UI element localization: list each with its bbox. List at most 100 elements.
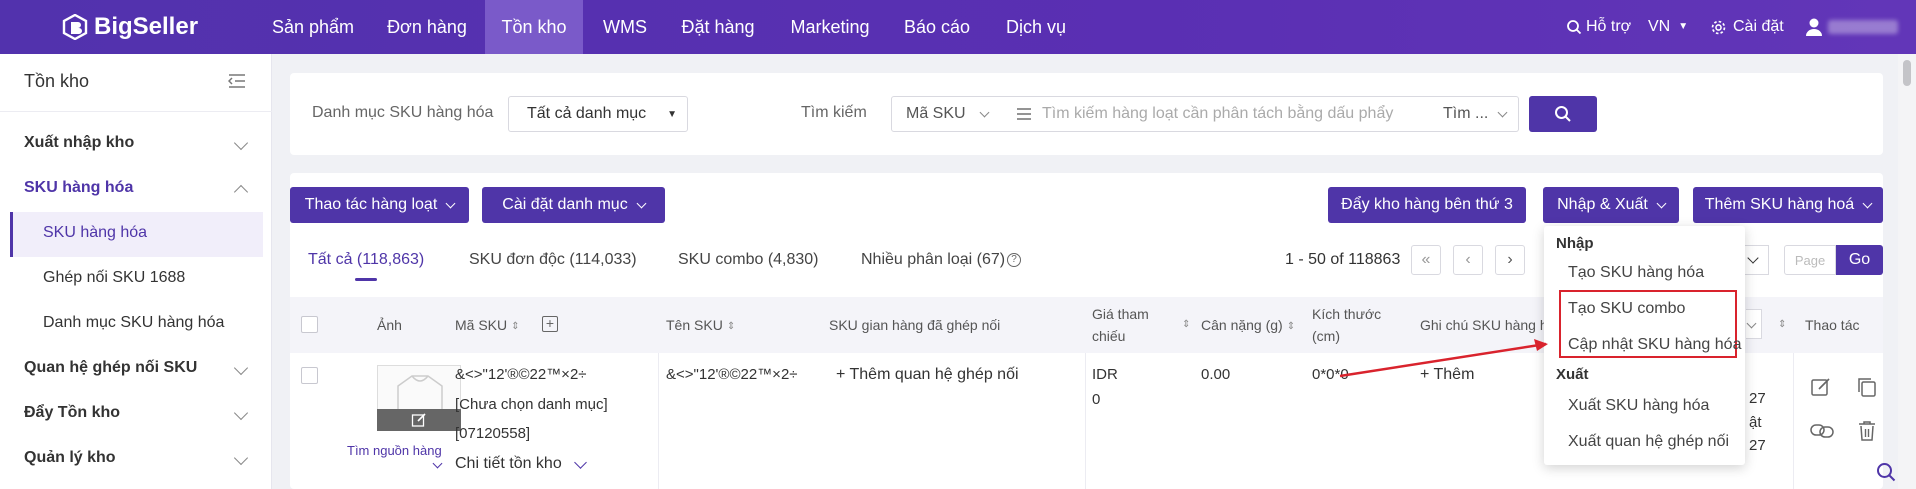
price-currency: IDR: [1092, 366, 1118, 383]
edit-icon: [411, 413, 426, 427]
sidebar-subitem-1688[interactable]: Ghép nối SKU 1688: [43, 269, 185, 287]
add-column-icon[interactable]: +: [542, 316, 558, 332]
prev-page-button[interactable]: ‹: [1453, 245, 1483, 275]
match-mode-select[interactable]: Tìm ...: [1429, 96, 1519, 132]
nav-item-reports[interactable]: Báo cáo: [892, 0, 982, 54]
search-input[interactable]: Tìm kiếm hàng loạt cần phân tách bằng dấ…: [1002, 96, 1430, 132]
nav-item-services[interactable]: Dịch vụ: [996, 0, 1076, 54]
sort-icon: ⇕: [1286, 320, 1296, 332]
push-third-party-button[interactable]: Đẩy kho hàng bên thứ 3: [1328, 187, 1526, 223]
header-filter-select[interactable]: [1746, 309, 1762, 339]
chevron-down-icon: [636, 198, 647, 208]
nav-item-orders[interactable]: Đơn hàng: [374, 0, 480, 54]
menu-item-create-combo[interactable]: Tạo SKU combo: [1568, 300, 1685, 318]
sku-category-value: [Chưa chọn danh mục]: [455, 396, 608, 413]
sidebar-item-warehouse[interactable]: Quản lý kho: [24, 449, 116, 467]
pagination-range: 1 - 50 of 118863: [1285, 251, 1401, 268]
nav-item-wms[interactable]: WMS: [590, 0, 660, 54]
header-linked-sku: SKU gian hàng đã ghép nối: [829, 317, 1001, 333]
nav-item-products[interactable]: Sản phẩm: [260, 0, 366, 54]
settings-link[interactable]: Cài đặt: [1710, 0, 1784, 54]
chevron-down-icon: [979, 107, 990, 118]
header-sku-code[interactable]: Mã SKU ⇕: [455, 317, 520, 333]
sort-icon[interactable]: ⇕: [1778, 319, 1786, 330]
edit-image-button[interactable]: [377, 409, 461, 431]
sort-icon[interactable]: ⇕: [1182, 319, 1190, 330]
copy-icon[interactable]: [1856, 376, 1878, 398]
menu-item-export-links[interactable]: Xuất quan hệ ghép nối: [1568, 433, 1729, 451]
header-weight[interactable]: Cân nặng (g) ⇕: [1201, 317, 1295, 333]
header-actions: Thao tác: [1805, 317, 1860, 333]
page-size-select[interactable]: [1745, 245, 1769, 275]
annotation-arrow-icon: [1339, 339, 1548, 378]
sidebar-subitem-sku[interactable]: SKU hàng hóa: [43, 224, 147, 242]
chevron-down-icon: [1497, 107, 1508, 118]
partial-value: 27: [1749, 437, 1766, 454]
sort-icon: ⇕: [726, 320, 736, 332]
menu-item-export-sku[interactable]: Xuất SKU hàng hóa: [1568, 397, 1709, 415]
nav-item-purchase[interactable]: Đặt hàng: [668, 0, 768, 54]
menu-item-update-sku[interactable]: Cập nhật SKU hàng hóa: [1568, 336, 1741, 354]
next-page-button[interactable]: ›: [1495, 245, 1525, 275]
menu-item-create-sku[interactable]: Tạo SKU hàng hóa: [1568, 264, 1704, 282]
header-ref-price-2: chiếu: [1092, 328, 1126, 344]
language-selector[interactable]: VN ▼: [1648, 0, 1688, 54]
go-button[interactable]: Go: [1836, 245, 1883, 275]
column-divider: [658, 353, 659, 489]
header-ref-price-1: Giá tham: [1092, 306, 1149, 322]
dropdown-import-title: Nhập: [1556, 235, 1594, 252]
category-filter-label: Danh mục SKU hàng hóa: [312, 104, 494, 121]
tab-multi-variant[interactable]: Nhiều phân loại (67): [861, 251, 1005, 269]
category-settings-button[interactable]: Cài đặt danh mục: [482, 187, 665, 223]
search-button[interactable]: [1529, 96, 1597, 132]
delete-icon[interactable]: [1857, 420, 1877, 442]
sidebar-item-sku-link[interactable]: Quan hệ ghép nối SKU: [24, 359, 197, 377]
row-checkbox[interactable]: [301, 367, 318, 384]
sidebar-subitem-category[interactable]: Danh mục SKU hàng hóa: [43, 314, 224, 332]
scrollbar-thumb[interactable]: [1903, 60, 1911, 86]
chevron-down-icon: [1746, 318, 1757, 329]
tab-all[interactable]: Tất cả (118,863): [308, 251, 424, 269]
user-avatar-icon[interactable]: [1804, 17, 1824, 37]
stock-detail-link[interactable]: Chi tiết tồn kho: [455, 455, 562, 473]
partial-value: ật: [1749, 414, 1762, 431]
tab-combo-sku[interactable]: SKU combo (4,830): [678, 251, 819, 269]
column-divider: [1793, 353, 1794, 489]
header-size-1: Kích thước: [1312, 306, 1382, 322]
header-sku-name[interactable]: Tên SKU ⇕: [666, 317, 735, 333]
sort-icon: ⇕: [511, 320, 520, 332]
chevron-down-icon: [1656, 198, 1667, 208]
chevron-right-icon: ›: [1507, 251, 1513, 268]
brand-logo[interactable]: BigSeller: [62, 13, 198, 41]
search-field-select[interactable]: Mã SKU: [891, 96, 1003, 132]
double-chevron-left-icon: «: [1421, 251, 1431, 268]
first-page-button[interactable]: «: [1411, 245, 1441, 275]
bulk-actions-button[interactable]: Thao tác hàng loạt: [290, 187, 469, 223]
find-source-link[interactable]: Tìm nguồn hàng: [347, 443, 442, 458]
support-link[interactable]: Hỗ trợ: [1566, 0, 1631, 54]
add-sku-button[interactable]: Thêm SKU hàng hoá: [1693, 187, 1883, 223]
sidebar-item-push-stock[interactable]: Đẩy Tồn kho: [24, 404, 120, 422]
tab-active-indicator: [355, 278, 377, 281]
caret-down-icon: ▼: [1678, 21, 1689, 32]
scrollbar-track[interactable]: [1898, 54, 1916, 489]
floating-search-icon[interactable]: [1876, 462, 1896, 482]
weight-value: 0.00: [1201, 366, 1231, 383]
page-input[interactable]: Page: [1784, 245, 1836, 275]
nav-item-inventory[interactable]: Tồn kho: [485, 0, 583, 54]
category-select[interactable]: Tất cả danh mục ▼: [508, 96, 688, 132]
chevron-down-icon: [1747, 252, 1759, 264]
nav-item-marketing[interactable]: Marketing: [780, 0, 880, 54]
sidebar-item-stock-io[interactable]: Xuất nhập kho: [24, 134, 134, 152]
search-icon: [1555, 106, 1571, 122]
help-icon[interactable]: ?: [1007, 253, 1021, 267]
link-icon[interactable]: [1810, 420, 1834, 442]
collapse-sidebar-icon[interactable]: [227, 73, 246, 89]
edit-icon[interactable]: [1810, 376, 1832, 398]
tab-single-sku[interactable]: SKU đơn độc (114,033): [469, 251, 637, 269]
select-all-checkbox[interactable]: [301, 316, 318, 333]
sidebar-item-sku[interactable]: SKU hàng hóa: [24, 179, 133, 197]
price-value: 0: [1092, 391, 1101, 408]
import-export-button[interactable]: Nhập & Xuất: [1543, 187, 1679, 223]
add-link-button[interactable]: + Thêm quan hệ ghép nối: [836, 366, 1019, 384]
